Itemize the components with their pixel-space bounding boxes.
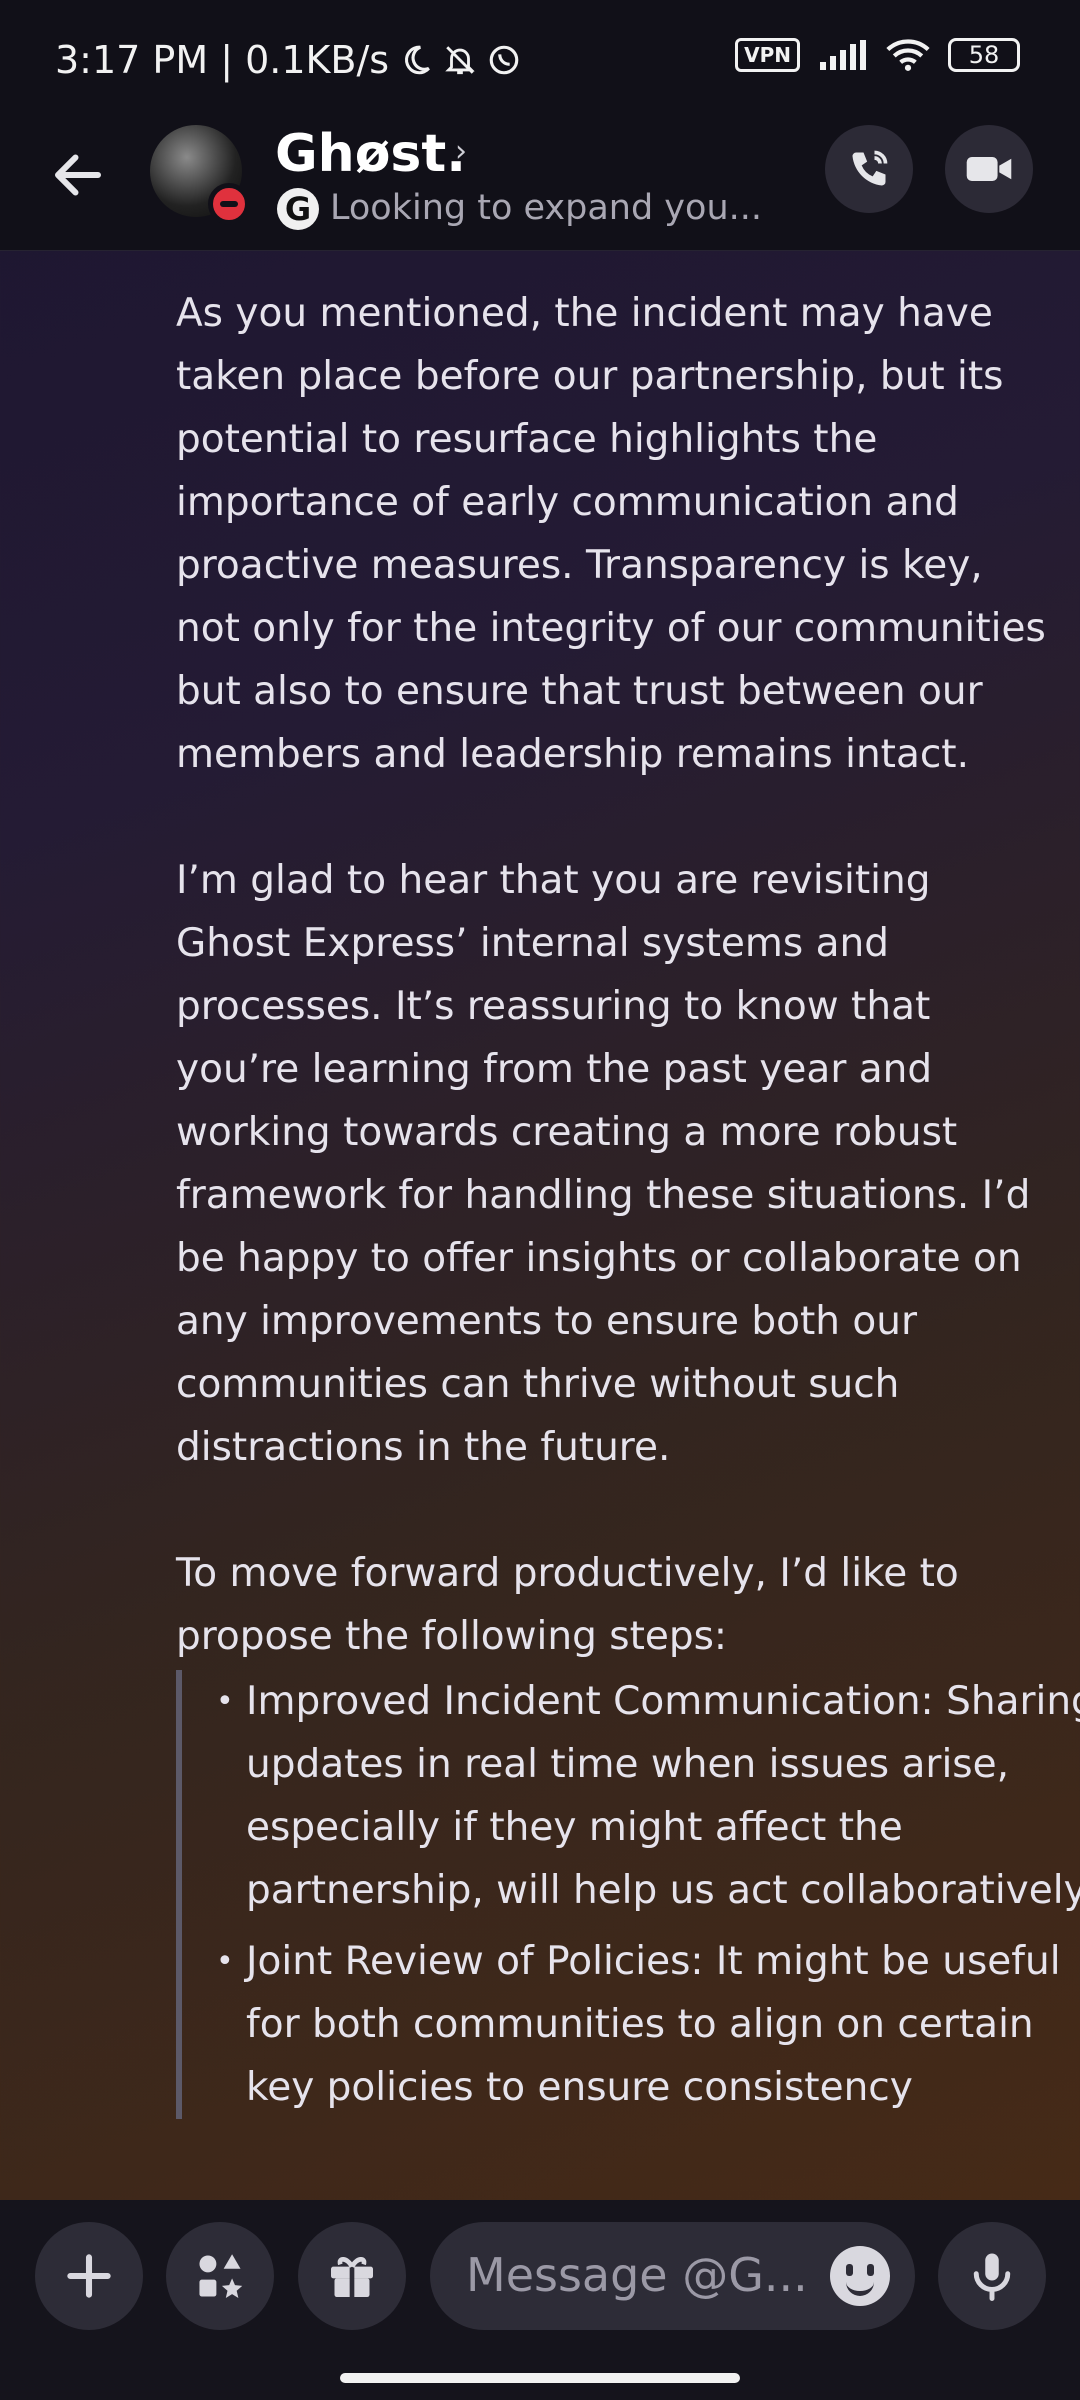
emoji-icon[interactable]: [830, 2246, 890, 2306]
chat-header: Ghøst. › G Looking to expand you...: [0, 120, 1080, 251]
message-content: As you mentioned, the incident may have …: [176, 282, 1056, 1731]
message-composer: Message @G...: [0, 2200, 1080, 2400]
video-icon: [966, 157, 1012, 181]
status-left: 3:17 PM | 0.1KB/s: [55, 38, 521, 82]
gift-button[interactable]: [298, 2222, 406, 2330]
dnd-status-icon: [208, 183, 250, 225]
list-item-text: Improved Incident Communication: Sharing…: [246, 1679, 1080, 1913]
add-attachment-button[interactable]: [35, 2222, 143, 2330]
voice-call-button[interactable]: [825, 125, 913, 213]
phone-icon: [852, 150, 888, 186]
message-paragraph: To move forward productively, I’d like t…: [176, 1551, 959, 1659]
status-bar: 3:17 PM | 0.1KB/s VPN 58: [0, 0, 1080, 120]
custom-status: Looking to expand you...: [330, 188, 762, 228]
plus-icon: [67, 2254, 111, 2298]
voice-message-button[interactable]: [938, 2222, 1046, 2330]
video-call-button[interactable]: [945, 125, 1033, 213]
list-item-text: Joint Review of Policies: It might be us…: [246, 1939, 1061, 2110]
message-input[interactable]: Message @G...: [430, 2222, 915, 2330]
gift-icon: [331, 2257, 373, 2297]
home-indicator[interactable]: [340, 2373, 740, 2383]
message-paragraph: As you mentioned, the incident may have …: [176, 291, 1046, 777]
apps-button[interactable]: [166, 2222, 274, 2330]
bell-off-icon: [445, 46, 475, 75]
bullet-icon: •: [216, 1684, 234, 1719]
wifi-icon: [886, 39, 930, 71]
list-item: • Improved Incident Communication: Shari…: [216, 1670, 1080, 1922]
chevron-right-icon[interactable]: ›: [455, 134, 467, 169]
block-quote: • Improved Incident Communication: Shari…: [176, 1670, 1080, 2119]
battery-indicator: 58: [948, 38, 1020, 72]
signal-icon: [820, 40, 866, 70]
activity-app-icon: G: [277, 188, 319, 230]
apps-icon: [199, 2254, 243, 2298]
vpn-badge: VPN: [735, 38, 800, 72]
moon-icon: [405, 45, 431, 75]
message-paragraph: I’m glad to hear that you are revisiting…: [176, 858, 1031, 1470]
list-item: • Joint Review of Policies: It might be …: [216, 1930, 1080, 2119]
mic-icon: [973, 2253, 1011, 2301]
dm-username[interactable]: Ghøst.: [275, 124, 466, 184]
whatsapp-icon: [489, 45, 519, 75]
bullet-icon: •: [216, 1944, 234, 1979]
message-placeholder: Message @G...: [466, 2248, 808, 2302]
status-time: 3:17 PM | 0.1KB/s: [55, 38, 390, 82]
status-right: VPN 58: [735, 38, 1020, 72]
back-arrow-icon[interactable]: [48, 145, 108, 205]
